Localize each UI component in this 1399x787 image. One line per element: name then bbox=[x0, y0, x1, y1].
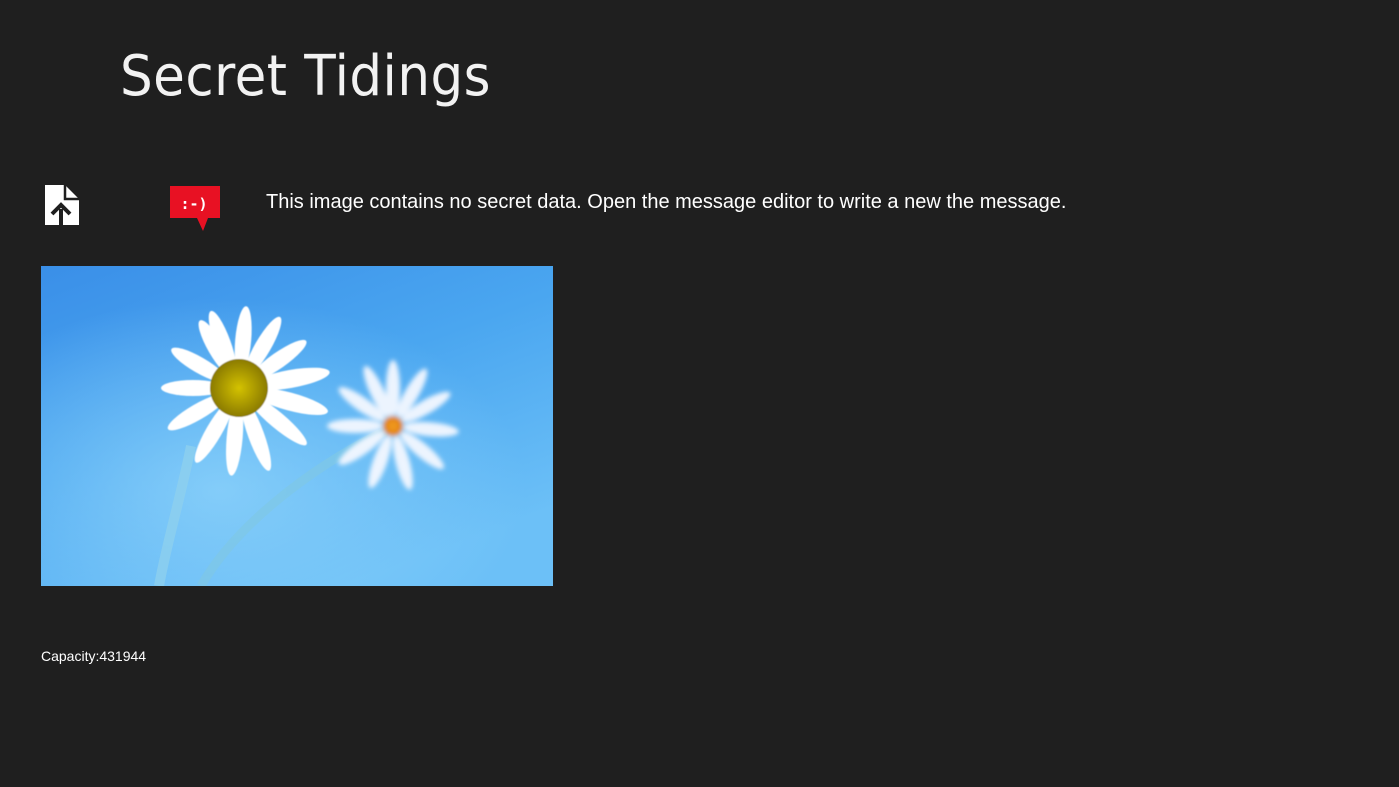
capacity-label: Capacity: bbox=[41, 648, 100, 664]
carrier-image[interactable] bbox=[41, 266, 553, 586]
smiley-speech-bubble-icon: :-) bbox=[170, 186, 220, 231]
open-file-icon bbox=[45, 185, 79, 226]
smiley-text: :-) bbox=[180, 195, 207, 213]
daisy-photo bbox=[41, 266, 553, 586]
capacity-value: 431944 bbox=[99, 648, 147, 664]
page-title: Secret Tidings bbox=[120, 44, 491, 109]
app-window: Secret Tidings :-) This image contains n… bbox=[0, 0, 1399, 787]
open-file-button[interactable] bbox=[40, 182, 84, 228]
status-message: This image contains no secret data. Open… bbox=[266, 191, 1067, 213]
capacity-info: Capacity:431944 bbox=[41, 648, 146, 664]
message-editor-button[interactable]: :-) bbox=[166, 184, 222, 234]
